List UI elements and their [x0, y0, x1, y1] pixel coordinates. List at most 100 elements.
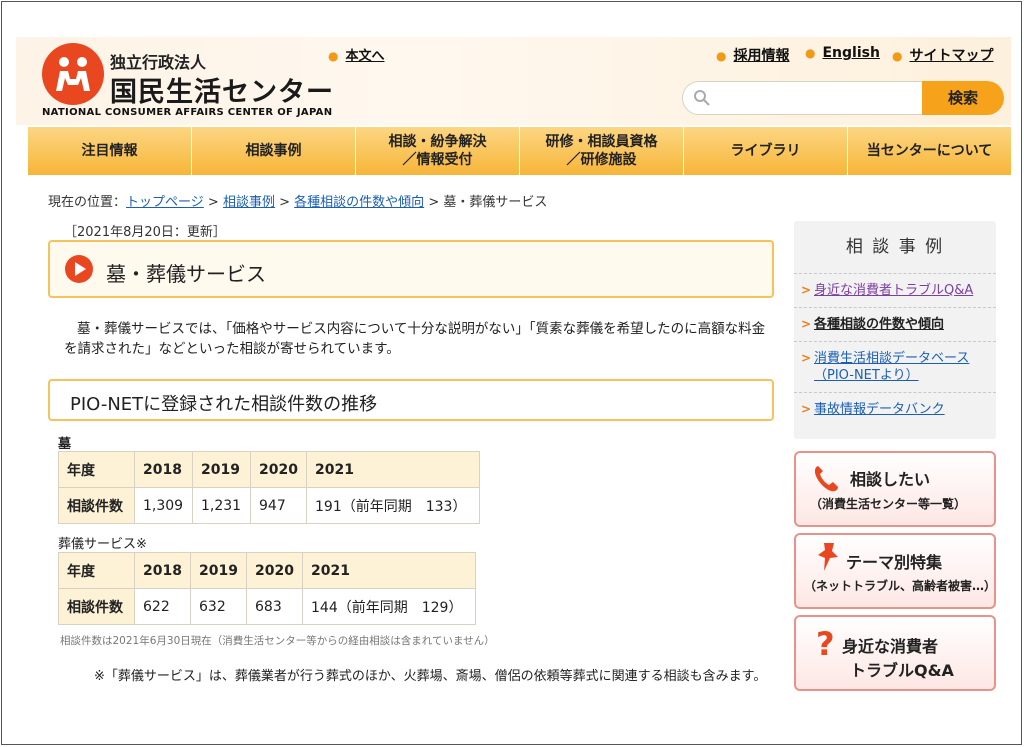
table-header: 2019: [190, 552, 247, 589]
table-cell: 622: [134, 588, 191, 625]
table-cell: 1,231: [192, 487, 251, 524]
nav-label: 相談事例: [245, 143, 302, 159]
nav-label: ライブラリ: [730, 143, 801, 159]
sidebar-link[interactable]: 事故情報データバンク: [814, 402, 945, 417]
breadcrumb: 現在の位置：トップページ > 相談事例 > 各種相談の件数や傾向 > 墓・葬儀サ…: [48, 191, 547, 210]
nav-label: 相談・紛争解決 ／情報受付: [388, 134, 487, 168]
english-link[interactable]: ● English: [805, 45, 880, 61]
intro-text: 墓・葬儀サービスでは、「価格やサービス内容について十分な説明がない」「質素な葬儀…: [64, 321, 766, 357]
sitemap-link[interactable]: ● サイトマップ: [892, 45, 993, 65]
search-button[interactable]: 検索: [922, 81, 1004, 115]
section-heading: PIO-NETに登録された相談件数の推移: [70, 394, 378, 415]
table-label-grave: 墓: [58, 437, 72, 452]
theme-feature-label: テーマ別特集: [846, 553, 943, 572]
table-header: 年度: [58, 451, 135, 488]
nav-item-cases[interactable]: 相談事例: [192, 127, 356, 175]
breadcrumb-prefix: 現在の位置：: [48, 195, 127, 210]
chevron-right-icon: >: [801, 351, 812, 365]
question-mark-icon: ?: [816, 627, 835, 659]
data-date-note: 相談件数は2021年6月30日現在（消費生活センター等からの経由相談は含まれてい…: [60, 635, 495, 647]
nav-item-library[interactable]: ライブラリ: [684, 127, 848, 175]
skip-to-content-link[interactable]: ● 本文へ: [328, 45, 385, 64]
logo-icon[interactable]: [42, 43, 104, 105]
recruit-link[interactable]: ● 採用情報: [716, 45, 789, 65]
table-header: 2018: [134, 451, 193, 488]
table-header: 2021: [306, 451, 480, 488]
sidebar-menu: 相 談 事 例 > 身近な消費者トラブルQ&A > 各種相談の件数や傾向 > 消費生活…: [794, 221, 996, 439]
theme-feature-button[interactable]: テーマ別特集 （ネットトラブル、高齢者被害…）: [794, 533, 996, 609]
nav-item-featured[interactable]: 注目情報: [28, 127, 192, 175]
sidebar-item-accident-databank[interactable]: > 事故情報データバンク: [794, 392, 996, 426]
search-icon: [694, 90, 710, 106]
page-title-box: 墓・葬儀サービス: [48, 240, 774, 298]
site-header: 独立行政法人 国民生活センター NATIONAL CONSUMER AFFAIR…: [16, 37, 1011, 125]
sidebar-link[interactable]: 各種相談の件数や傾向: [814, 317, 944, 332]
table-header: 2018: [134, 552, 191, 589]
section-heading-box: PIO-NETに登録された相談件数の推移: [48, 379, 774, 421]
table-row: 相談件数 1,309 1,231 947 191（前年同期 133）: [58, 487, 480, 524]
chevron-right-icon: >: [801, 283, 812, 297]
pushpin-icon: [818, 543, 838, 571]
table-header: 2019: [192, 451, 251, 488]
nav-label: 注目情報: [81, 143, 138, 159]
breadcrumb-link-trends[interactable]: 各種相談の件数や傾向: [294, 195, 424, 210]
table-header: 2021: [302, 552, 476, 589]
sidebar-item-trends[interactable]: > 各種相談の件数や傾向: [794, 307, 996, 341]
funeral-count-table: 年度 2018 2019 2020 2021 相談件数 622 632 683 …: [58, 552, 476, 625]
theme-feature-sub: （ネットトラブル、高齢者被害…）: [804, 579, 997, 593]
consult-button-label: 相談したい: [850, 470, 931, 489]
phone-icon: [814, 466, 838, 492]
svg-text:?: ?: [816, 627, 835, 659]
page-title: 墓・葬儀サービス: [106, 262, 266, 286]
table-cell: 632: [190, 588, 247, 625]
breadcrumb-link-cases[interactable]: 相談事例: [223, 195, 275, 210]
sidebar-link[interactable]: 消費生活相談データベース （PIO-NETより）: [814, 351, 969, 383]
table-cell: 191（前年同期 133）: [306, 487, 480, 524]
breadcrumb-current: 墓・葬儀サービス: [443, 195, 548, 210]
breadcrumb-sep: >: [207, 195, 219, 210]
consumer-qa-button[interactable]: ? 身近な消費者 トラブルQ&A: [794, 615, 996, 691]
table-header: 2020: [250, 451, 307, 488]
english-link-label: English: [822, 45, 880, 61]
table-cell: 1,309: [134, 487, 193, 524]
play-icon: [65, 255, 93, 283]
nav-item-about[interactable]: 当センターについて: [848, 127, 1011, 175]
bullet-icon: ●: [328, 49, 339, 63]
nav-item-consultation[interactable]: 相談・紛争解決 ／情報受付: [356, 127, 520, 175]
chevron-right-icon: >: [801, 317, 812, 331]
grave-count-table: 年度 2018 2019 2020 2021 相談件数 1,309 1,231 …: [58, 451, 480, 524]
sidebar-title: 相 談 事 例: [845, 237, 945, 257]
table-cell: 683: [246, 588, 303, 625]
nav-item-training[interactable]: 研修・相談員資格 ／研修施設: [520, 127, 684, 175]
table-header: 年度: [58, 552, 135, 589]
table-row-header: 相談件数: [58, 588, 135, 625]
sidebar-link[interactable]: 身近な消費者トラブルQ&A: [814, 283, 973, 298]
bullet-icon: ●: [892, 49, 903, 63]
skip-link-label: 本文へ: [345, 49, 385, 64]
consult-button[interactable]: 相談したい （消費生活センター等一覧）: [794, 451, 996, 527]
table-row: 相談件数 622 632 683 144（前年同期 129）: [58, 588, 476, 625]
breadcrumb-sep: >: [428, 195, 440, 210]
recruit-link-label: 採用情報: [733, 48, 790, 64]
footnote: ※「葬儀サービス」は、葬儀業者が行う葬式のほか、火葬場、斎場、僧侶の依頼等葬式に…: [94, 669, 767, 684]
consumer-qa-label-1: 身近な消費者: [842, 637, 939, 656]
nav-label: 研修・相談員資格 ／研修施設: [545, 134, 658, 168]
table-header: 2020: [246, 552, 303, 589]
table-header-row: 年度 2018 2019 2020 2021: [58, 552, 476, 589]
consult-button-sub: （消費生活センター等一覧）: [810, 497, 967, 511]
consumer-qa-label-2: トラブルQ&A: [850, 661, 954, 680]
table-cell: 947: [250, 487, 307, 524]
global-nav: 注目情報 相談事例 相談・紛争解決 ／情報受付 研修・相談員資格 ／研修施設 ライブ…: [28, 127, 1011, 175]
sidebar-item-qa[interactable]: > 身近な消費者トラブルQ&A: [794, 273, 996, 307]
table-label-funeral: 葬儀サービス※: [58, 537, 147, 552]
org-name[interactable]: 国民生活センター: [110, 70, 334, 109]
page: 独立行政法人 国民生活センター NATIONAL CONSUMER AFFAIR…: [16, 37, 1011, 727]
breadcrumb-sep: >: [279, 195, 291, 210]
sidebar-item-database[interactable]: > 消費生活相談データベース （PIO-NETより）: [794, 341, 996, 392]
bullet-icon: ●: [805, 46, 816, 60]
breadcrumb-link-top[interactable]: トップページ: [126, 195, 204, 210]
updated-date: ［2021年8月20日：更新］: [64, 225, 226, 240]
sitemap-link-label: サイトマップ: [909, 48, 994, 64]
chevron-right-icon: >: [801, 402, 812, 416]
search-input[interactable]: [682, 81, 924, 115]
